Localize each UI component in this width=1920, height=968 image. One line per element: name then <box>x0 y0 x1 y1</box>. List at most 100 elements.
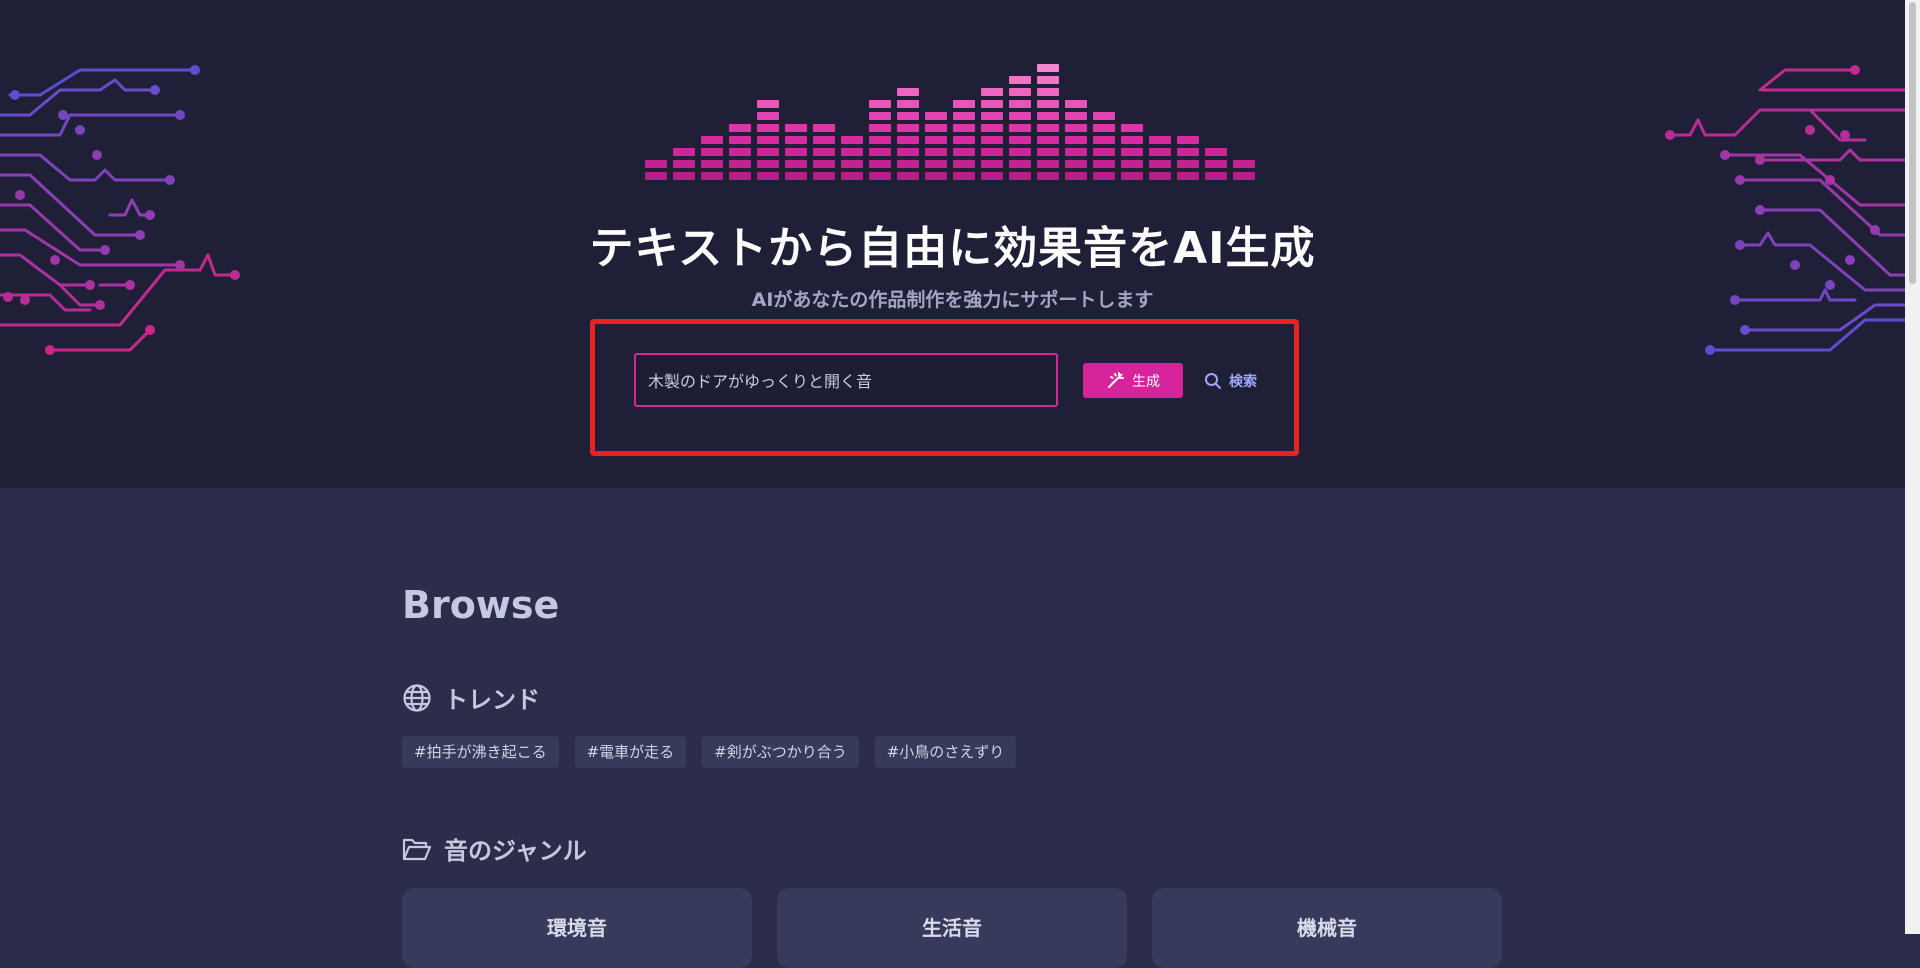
equalizer-bar-segment <box>1065 160 1087 168</box>
equalizer-bar-segment <box>897 112 919 120</box>
browse-title: Browse <box>402 583 560 627</box>
equalizer-bar-segment <box>785 160 807 168</box>
equalizer-bar-segment <box>1205 172 1227 180</box>
equalizer-bar-segment <box>1009 172 1031 180</box>
equalizer-bar-segment <box>757 148 779 156</box>
equalizer-bar-segment <box>897 172 919 180</box>
equalizer-bar-segment <box>757 112 779 120</box>
equalizer-bar-segment <box>869 148 891 156</box>
equalizer-bar-segment <box>981 160 1003 168</box>
magic-wand-icon <box>1108 371 1124 388</box>
search-button-label: 検索 <box>1229 373 1257 390</box>
scrollbar[interactable] <box>1905 0 1920 934</box>
equalizer-bar-segment <box>1149 136 1171 144</box>
generate-button[interactable]: 生成 <box>1083 363 1183 398</box>
equalizer-bar-segment <box>729 136 751 144</box>
equalizer-bar-segment <box>981 124 1003 132</box>
equalizer-bar-segment <box>785 148 807 156</box>
equalizer-bar-segment <box>869 172 891 180</box>
circuit-decoration-right <box>1665 65 1910 355</box>
equalizer-bar-segment <box>981 88 1003 96</box>
genre-section-title: 音のジャンル <box>402 831 587 866</box>
equalizer-bar-segment <box>925 160 947 168</box>
equalizer-graphic <box>645 64 1255 180</box>
folder-open-icon <box>402 838 432 860</box>
hero-subtitle: AIがあなたの作品制作を強力にサポートします <box>751 289 1154 311</box>
equalizer-bar-segment <box>897 124 919 132</box>
genre-label: 音のジャンル <box>444 837 587 865</box>
equalizer-bar-segment <box>925 124 947 132</box>
trend-tag[interactable]: #剣がぶつかり合う <box>702 736 859 768</box>
equalizer-bar-segment <box>981 172 1003 180</box>
equalizer-bar-segment <box>757 160 779 168</box>
equalizer-bar-segment <box>1009 112 1031 120</box>
equalizer-bar-segment <box>1009 76 1031 84</box>
equalizer-bar-segment <box>897 88 919 96</box>
equalizer-bar-segment <box>1037 76 1059 84</box>
equalizer-bar-segment <box>1205 148 1227 156</box>
equalizer-bar-segment <box>1149 148 1171 156</box>
equalizer-bar-segment <box>925 148 947 156</box>
equalizer-bar-segment <box>953 160 975 168</box>
equalizer-bar-segment <box>953 172 975 180</box>
search-button[interactable]: 検索 <box>1204 363 1266 398</box>
equalizer-bar-segment <box>673 148 695 156</box>
equalizer-bar-segment <box>1009 100 1031 108</box>
genre-card[interactable]: 機械音 <box>1152 888 1502 968</box>
equalizer-bar-segment <box>897 100 919 108</box>
equalizer-bar-segment <box>729 172 751 180</box>
equalizer-bar-segment <box>1093 148 1115 156</box>
scrollbar-thumb[interactable] <box>1909 2 1916 284</box>
equalizer-bar-segment <box>897 160 919 168</box>
equalizer-bar-segment <box>1121 136 1143 144</box>
equalizer-bar-segment <box>1037 172 1059 180</box>
equalizer-bar-segment <box>645 172 667 180</box>
equalizer-bar-segment <box>841 172 863 180</box>
equalizer-bar-segment <box>1205 160 1227 168</box>
equalizer-bar-segment <box>1037 88 1059 96</box>
equalizer-bar-segment <box>953 112 975 120</box>
equalizer-bar-segment <box>1009 88 1031 96</box>
equalizer-bar-segment <box>953 100 975 108</box>
equalizer-bar-segment <box>701 136 723 144</box>
hero-title: テキストから自由に効果音をAI生成 <box>589 223 1316 274</box>
equalizer-bar-segment <box>1037 160 1059 168</box>
genre-card[interactable]: 生活音 <box>777 888 1127 968</box>
equalizer-bar-segment <box>1037 136 1059 144</box>
equalizer-bar-segment <box>869 100 891 108</box>
equalizer-bar-segment <box>1037 112 1059 120</box>
sound-prompt-input[interactable] <box>634 353 1058 407</box>
equalizer-bar-segment <box>1149 172 1171 180</box>
equalizer-bar-segment <box>981 136 1003 144</box>
equalizer-bar-segment <box>701 172 723 180</box>
equalizer-bar-segment <box>869 112 891 120</box>
equalizer-bar-segment <box>729 124 751 132</box>
equalizer-bar-segment <box>981 148 1003 156</box>
equalizer-bar-segment <box>1009 136 1031 144</box>
equalizer-bar-segment <box>925 112 947 120</box>
trend-label: トレンド <box>444 686 540 714</box>
trend-tag[interactable]: #電車が走る <box>574 736 687 768</box>
equalizer-bar-segment <box>953 124 975 132</box>
equalizer-bar-segment <box>1121 148 1143 156</box>
equalizer-bar-segment <box>1149 160 1171 168</box>
genre-card[interactable]: 環境音 <box>402 888 752 968</box>
equalizer-bar-segment <box>1065 172 1087 180</box>
trend-section-title: トレンド <box>402 680 540 715</box>
genre-card-list: 環境音 生活音 機械音 <box>402 888 1502 968</box>
equalizer-bar-segment <box>1009 124 1031 132</box>
hero-section: テキストから自由に効果音をAI生成 AIがあなたの作品制作を強力にサポートします… <box>0 0 1910 488</box>
equalizer-bar-segment <box>1093 136 1115 144</box>
equalizer-bar-segment <box>841 136 863 144</box>
equalizer-bar-segment <box>1065 124 1087 132</box>
equalizer-bar-segment <box>1009 148 1031 156</box>
trend-tag[interactable]: #拍手が沸き起こる <box>402 736 559 768</box>
equalizer-bar-segment <box>757 100 779 108</box>
equalizer-bar-segment <box>729 160 751 168</box>
search-icon <box>1205 372 1221 389</box>
equalizer-bar-segment <box>813 124 835 132</box>
equalizer-bar-segment <box>813 148 835 156</box>
trend-tag[interactable]: #小鳥のさえずり <box>874 736 1017 768</box>
equalizer-bar-segment <box>673 160 695 168</box>
equalizer-bar-segment <box>813 160 835 168</box>
